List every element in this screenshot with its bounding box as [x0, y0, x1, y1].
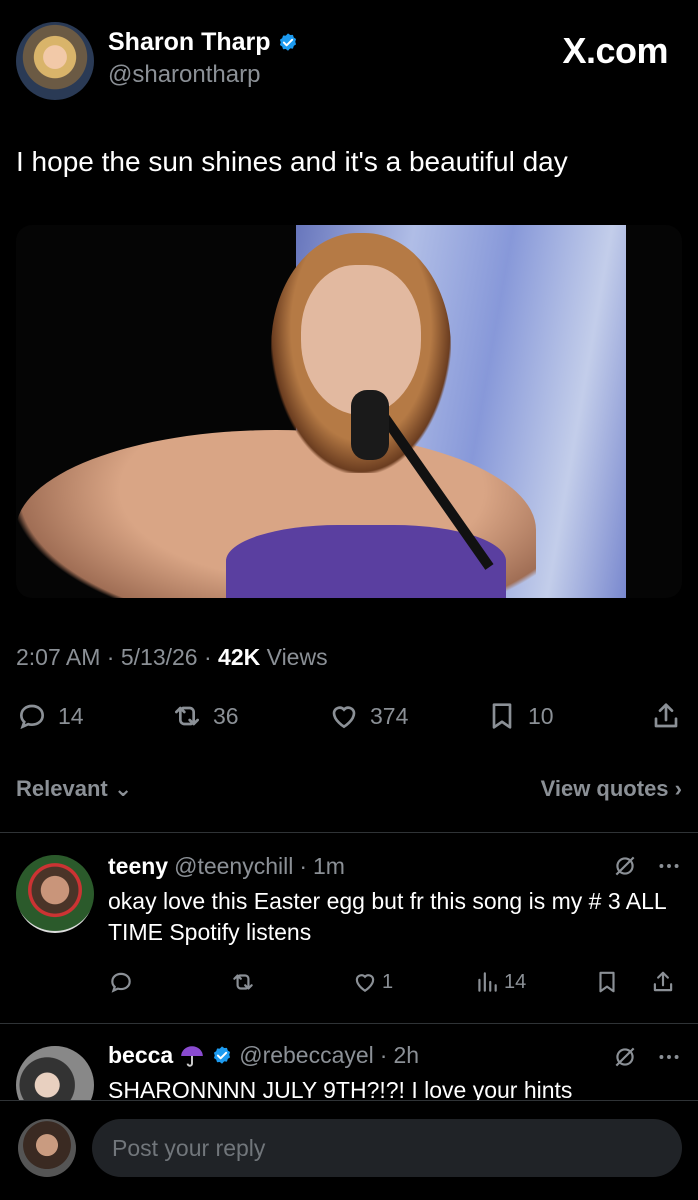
grok-icon[interactable] — [612, 853, 638, 879]
author-avatar[interactable] — [16, 22, 94, 100]
like-count: 374 — [370, 702, 409, 729]
reply-action-bar: 1 14 — [108, 969, 682, 999]
reply-icon — [111, 972, 131, 993]
reply-author-name[interactable]: teeny — [108, 853, 168, 880]
tweet-date: 5/13/26 — [120, 644, 198, 670]
views-label[interactable]: Views — [267, 644, 328, 670]
reply-icon — [19, 704, 45, 730]
reply-avatar[interactable] — [16, 1046, 94, 1100]
meta-separator: · — [299, 853, 307, 879]
repost-count: 36 — [213, 702, 239, 729]
like-button[interactable]: 374 — [328, 700, 408, 732]
meta-separator: · — [379, 1042, 388, 1068]
views-count[interactable]: 42K — [218, 644, 260, 670]
reply-views-count: 14 — [504, 970, 527, 993]
author-info: Sharon Tharp @sharontharp — [108, 28, 299, 89]
view-quotes-link[interactable]: View quotes › — [541, 776, 682, 802]
reply-button[interactable]: 14 — [16, 700, 84, 732]
more-options-icon[interactable] — [656, 1044, 682, 1070]
tweet-media-image[interactable] — [16, 225, 682, 598]
tweet-action-bar: 14 36 374 10 — [16, 700, 682, 736]
reply-tools — [612, 1044, 682, 1070]
reply-repost-button[interactable] — [230, 969, 256, 995]
author-handle[interactable]: @sharontharp — [108, 61, 299, 89]
bookmark-icon — [599, 971, 615, 993]
reply-time: 2h — [393, 1042, 420, 1068]
reply-item[interactable]: teeny @teenychill · 1m okay love this Ea… — [0, 833, 698, 1023]
author-name[interactable]: Sharon Tharp — [108, 28, 271, 57]
verified-badge-icon — [214, 1045, 231, 1064]
post-header: Sharon Tharp @sharontharp X.com — [16, 20, 682, 104]
repost-icon — [175, 706, 199, 726]
analytics-icon — [478, 972, 497, 992]
microphone — [351, 390, 389, 460]
more-options-icon[interactable] — [656, 853, 682, 879]
share-icon — [653, 971, 673, 992]
tweet-time: 2:07 AM — [16, 644, 101, 670]
chevron-down-icon: ⌄ — [113, 776, 133, 801]
reply-like-button[interactable]: 1 — [352, 969, 393, 995]
reply-header: becca @rebeccayel · 2h — [108, 1042, 682, 1069]
bookmark-button[interactable]: 10 — [486, 700, 554, 732]
reply-author-handle[interactable]: @teenychill — [174, 853, 293, 880]
reply-composer: Post your reply — [0, 1100, 698, 1200]
heart-icon — [332, 706, 356, 729]
tweet-meta: 2:07 AM · 5/13/26 · 42K Views — [16, 644, 328, 671]
reply-author-handle[interactable]: @rebeccayel — [239, 1042, 374, 1069]
chevron-right-icon: › — [674, 776, 682, 801]
reply-count: 14 — [58, 702, 84, 729]
brand-logo: X.com — [562, 30, 668, 71]
bookmark-icon — [492, 703, 512, 729]
meta-separator: · — [203, 644, 219, 670]
reply-like-count: 1 — [382, 970, 394, 993]
reply-text: okay love this Easter egg but fr this so… — [108, 888, 666, 946]
umbrella-emoji-icon — [181, 1045, 204, 1067]
reply-time: 1m — [313, 853, 345, 879]
repost-button[interactable]: 36 — [171, 700, 239, 732]
reply-body: teeny @teenychill · 1m okay love this Ea… — [108, 853, 682, 949]
repost-icon — [233, 974, 253, 990]
reply-reply-button[interactable] — [108, 969, 134, 995]
heart-icon — [355, 974, 375, 992]
reply-share-button[interactable] — [650, 969, 676, 995]
reply-bookmark-button[interactable] — [594, 969, 620, 995]
verified-badge-icon — [279, 32, 296, 51]
reply-text: SHARONNNN JULY 9TH?!?! I love your hints — [108, 1077, 573, 1100]
reply-views-button[interactable]: 14 — [474, 969, 526, 995]
tweet-text: I hope the sun shines and it's a beautif… — [16, 146, 568, 177]
share-icon — [654, 703, 678, 728]
reply-author-name[interactable]: becca — [108, 1042, 173, 1069]
sort-label: Relevant — [16, 776, 108, 801]
reply-input[interactable]: Post your reply — [92, 1119, 682, 1177]
reply-tools — [612, 853, 682, 879]
view-quotes-label: View quotes — [540, 776, 669, 801]
reply-avatar[interactable] — [16, 855, 94, 933]
current-user-avatar[interactable] — [18, 1119, 76, 1177]
reply-header: teeny @teenychill · 1m — [108, 853, 682, 880]
grok-icon[interactable] — [612, 1044, 638, 1070]
share-button[interactable] — [650, 700, 682, 732]
bookmark-count: 10 — [528, 702, 554, 729]
sort-dropdown[interactable]: Relevant ⌄ — [16, 776, 132, 802]
author-name-row[interactable]: Sharon Tharp — [108, 28, 299, 57]
reply-item[interactable]: becca @rebeccayel · 2h SHARONNNN JULY 9T… — [0, 1024, 698, 1100]
reply-body: becca @rebeccayel · 2h SHARONNNN JULY 9T… — [108, 1042, 682, 1100]
meta-separator: · — [106, 644, 121, 670]
